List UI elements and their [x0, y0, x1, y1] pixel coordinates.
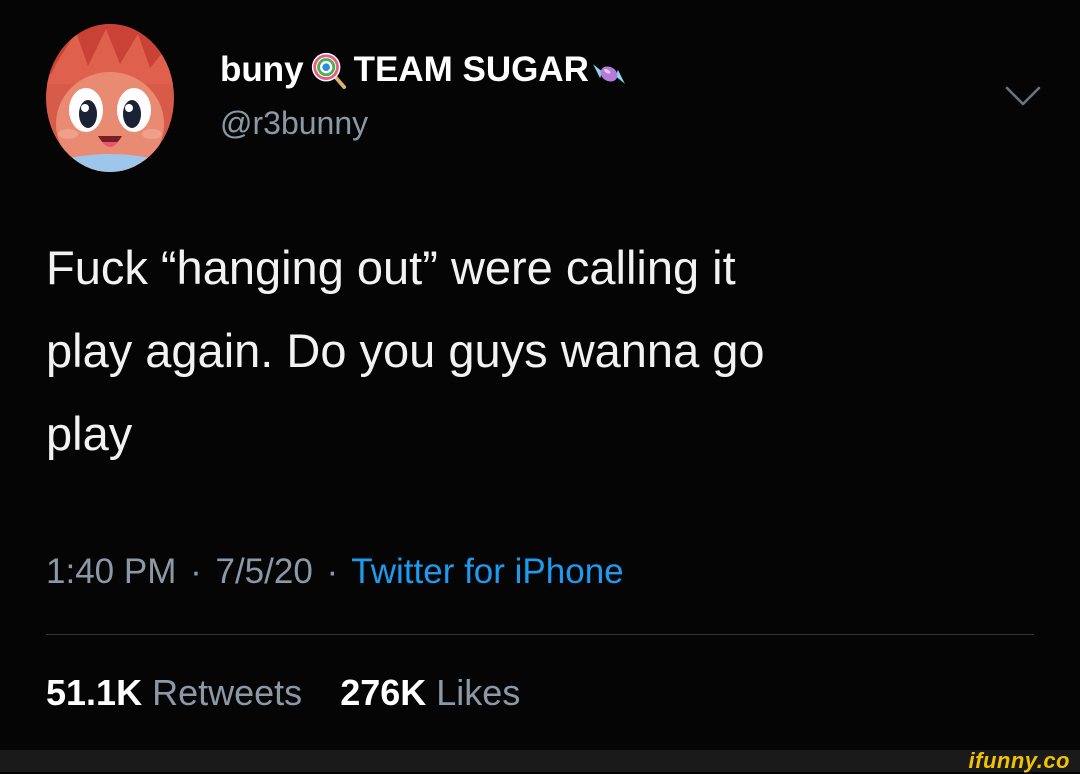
lollipop-icon	[311, 52, 346, 89]
candy-icon	[593, 64, 625, 84]
separator: ·	[190, 552, 202, 591]
tweet-source-link[interactable]: Twitter for iPhone	[351, 552, 623, 591]
display-name-part2: TEAM SUGAR	[353, 50, 589, 89]
tweet-meta: 1:40 PM · 7/5/20 · Twitter for iPhone	[46, 552, 624, 592]
divider	[46, 634, 1034, 635]
tweet-stats: 51.1K Retweets 276K Likes	[46, 672, 520, 714]
retweet-label: Retweets	[152, 672, 303, 713]
footer-bar	[0, 750, 1080, 772]
tweet-text: Fuck “hanging out” were calling it play …	[46, 241, 765, 460]
display-name[interactable]: buny TEAM SUGAR	[220, 50, 627, 90]
tweet-card: buny TEAM SUGAR @r3bunny Fuck “hanging o…	[0, 0, 1080, 750]
like-label: Likes	[436, 672, 521, 713]
display-name-part1: buny	[220, 50, 304, 89]
retweet-count: 51.1K	[46, 672, 143, 713]
tweet-time[interactable]: 1:40 PM	[46, 552, 176, 591]
chevron-down-icon[interactable]	[1004, 84, 1042, 108]
watermark: ifunny.co	[968, 748, 1070, 773]
retweets-stat[interactable]: 51.1K Retweets	[46, 672, 302, 713]
tweet-date[interactable]: 7/5/20	[215, 552, 312, 591]
separator: ·	[326, 552, 339, 591]
user-handle[interactable]: @r3bunny	[220, 105, 368, 142]
likes-stat[interactable]: 276K Likes	[340, 672, 520, 713]
like-count: 276K	[340, 672, 427, 713]
avatar-image	[46, 24, 174, 172]
avatar[interactable]	[46, 24, 174, 172]
